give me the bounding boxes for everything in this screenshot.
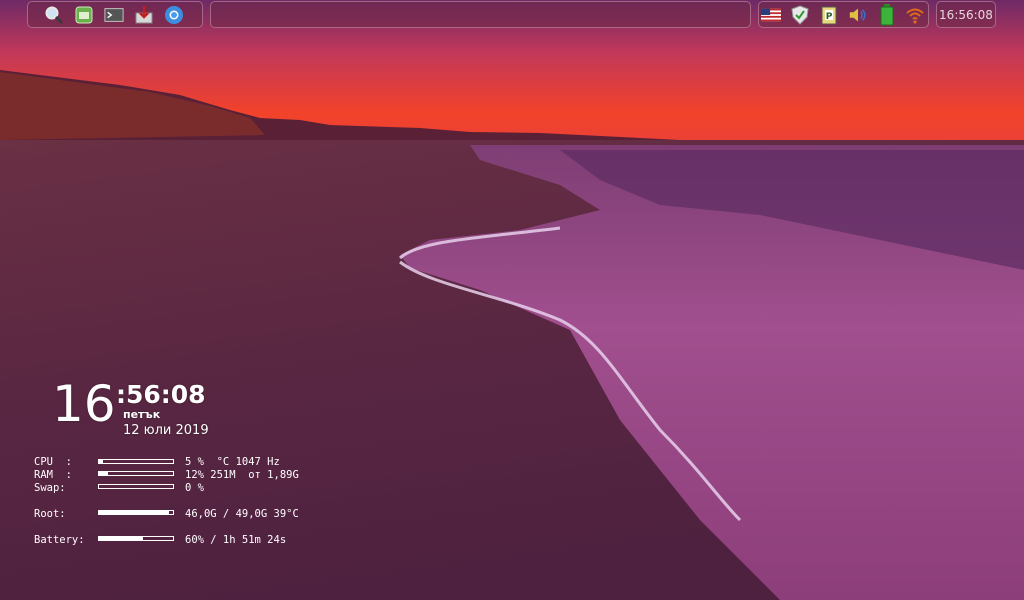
browser-icon[interactable] [164,5,184,25]
volume-icon[interactable] [848,5,868,25]
battery-label: Battery: [34,534,85,546]
launcher-panel [27,1,203,28]
battery-value: 60% / 1h 51m 24s [185,534,287,546]
panel-clock[interactable]: 16:56:08 [936,1,996,28]
taskbar[interactable] [210,1,751,28]
swap-bar [98,484,174,489]
file-manager-icon[interactable] [74,5,94,25]
root-value: 46,0G / 49,0G 39°C [185,508,299,520]
cpu-value: 5 % °C 1047 Hz [185,456,280,468]
us-flag-icon[interactable] [761,5,781,25]
battery-bar [98,536,174,541]
cpu-bar [98,459,174,464]
root-bar [98,510,174,515]
clipboard-icon[interactable]: P [819,5,839,25]
panel-clock-text: 16:56:08 [939,7,993,22]
ram-label: RAM : [34,469,72,481]
conky-date: 12 юли 2019 [123,423,209,438]
ram-bar-fill [99,472,108,475]
cpu-label: CPU : [34,456,72,468]
search-icon[interactable] [44,5,64,25]
wifi-icon[interactable] [905,5,925,25]
swap-label: Swap: [34,482,66,494]
swap-value: 0 % [185,482,204,494]
shield-icon[interactable] [790,5,810,25]
battery-icon[interactable] [877,4,897,26]
ram-value: 12% 251M от 1,89G [185,469,299,481]
system-tray: P [758,1,929,28]
cpu-bar-fill [99,460,103,463]
ram-bar [98,471,174,476]
svg-text:P: P [826,12,833,22]
root-label: Root: [34,508,66,520]
conky-weekday: петък [123,408,161,421]
installer-icon[interactable] [134,5,154,25]
conky-minutes-seconds: :56:08 [116,380,206,409]
terminal-icon[interactable] [104,5,124,25]
battery-bar-fill [99,537,144,540]
conky-hour: 16 [52,375,116,433]
root-bar-fill [99,511,169,514]
